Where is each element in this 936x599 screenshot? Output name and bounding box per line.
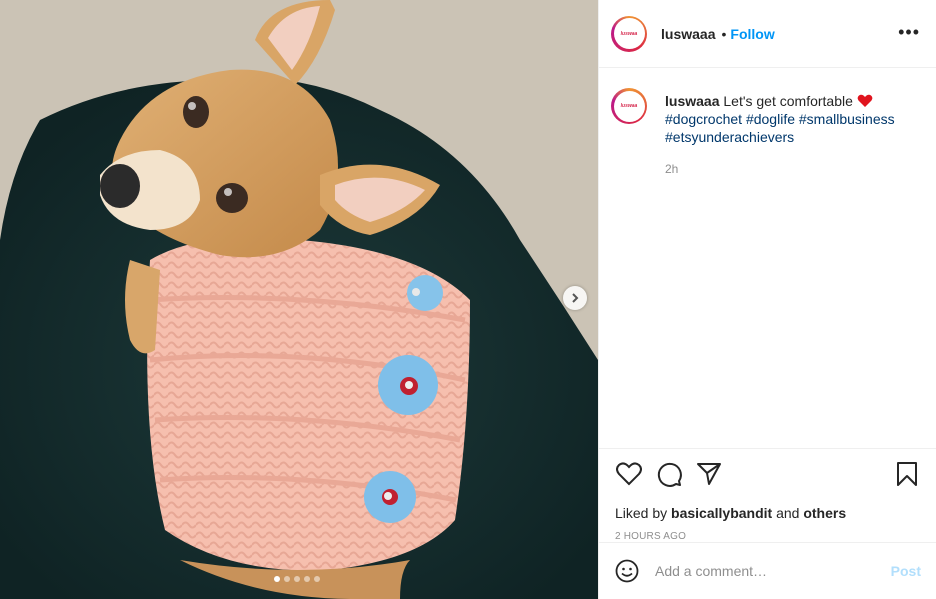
more-options-icon[interactable]: •••	[898, 22, 920, 43]
caption-body: luswaaa Let's get comfortable #dogcroche…	[665, 92, 915, 178]
likes-summary: Liked by basicallybandit and others	[615, 505, 921, 521]
carousel-dot	[314, 576, 320, 582]
likes-others-link[interactable]: others	[803, 505, 846, 521]
comment-icon[interactable]	[655, 460, 683, 488]
post-timestamp[interactable]: 2 HOURS AGO	[615, 531, 921, 542]
bookmark-icon[interactable]	[893, 460, 921, 488]
comment-input[interactable]	[653, 562, 891, 580]
post-comment-button[interactable]: Post	[891, 563, 921, 579]
carousel-dot	[304, 576, 310, 582]
smiley-icon[interactable]	[615, 559, 639, 583]
follow-button[interactable]: Follow	[730, 26, 774, 42]
hashtag-link[interactable]: #etsyunderachievers	[665, 129, 794, 145]
chevron-right-icon	[572, 293, 579, 303]
post-image[interactable]	[0, 0, 598, 599]
heart-emoji-icon	[857, 93, 873, 109]
comment-box: Post	[599, 542, 936, 599]
post-side-panel: luswaa luswaaa • Follow ••• luswaa luswa…	[598, 0, 936, 599]
sweater-button-3	[364, 471, 416, 523]
heart-icon[interactable]	[615, 460, 643, 488]
post-header: luswaa luswaaa • Follow •••	[599, 0, 936, 68]
hashtag-list: #dogcrochet #doglife #smallbusiness #ets…	[665, 110, 915, 146]
caption-username-link[interactable]: luswaaa	[665, 93, 719, 109]
carousel-dot	[294, 576, 300, 582]
dog-in-sweater-photo	[0, 0, 598, 599]
liked-by-user-link[interactable]: basicallybandit	[671, 505, 772, 521]
caption-time[interactable]: 2h	[665, 160, 915, 178]
avatar[interactable]: luswaa	[611, 15, 647, 52]
hashtag-link[interactable]: #dogcrochet	[665, 111, 742, 127]
username-link[interactable]: luswaaa	[661, 26, 715, 42]
caption-section: luswaa luswaaa Let's get comfortable #do…	[599, 68, 936, 446]
carousel-indicator	[274, 576, 320, 582]
likes-joiner: and	[776, 505, 800, 521]
next-image-button[interactable]	[563, 286, 587, 310]
paper-plane-icon[interactable]	[695, 460, 723, 488]
caption-text: Let's get comfortable	[723, 93, 853, 109]
carousel-dot	[284, 576, 290, 582]
avatar-logo: luswaa	[613, 90, 645, 122]
action-bar: Liked by basicallybandit and others 2 HO…	[599, 448, 936, 542]
sweater-button-1	[407, 275, 443, 311]
avatar[interactable]: luswaa	[611, 88, 647, 124]
carousel-dot	[274, 576, 280, 582]
avatar-logo: luswaa	[613, 18, 645, 49]
hashtag-link[interactable]: #smallbusiness	[799, 111, 895, 127]
hashtag-link[interactable]: #doglife	[746, 111, 795, 127]
likes-prefix: Liked by	[615, 505, 668, 521]
separator-dot: •	[721, 25, 727, 42]
sweater-button-2	[378, 355, 438, 415]
